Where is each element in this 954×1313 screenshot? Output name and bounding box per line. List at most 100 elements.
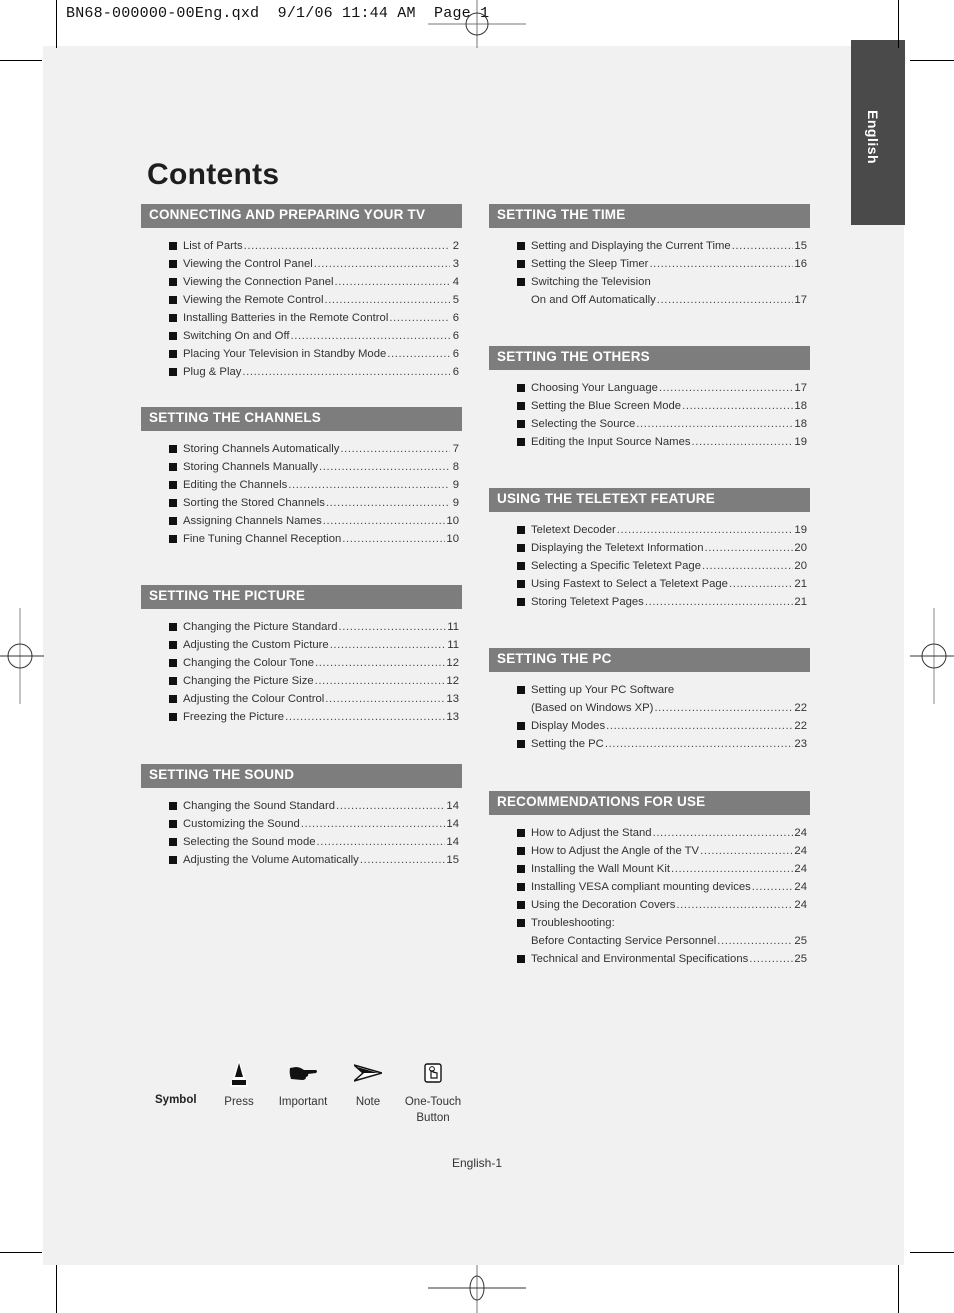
square-bullet-icon — [517, 420, 525, 428]
toc-entry[interactable]: Editing the Channels 9 — [141, 476, 462, 494]
toc-entry[interactable]: Adjusting the Custom Picture 11 — [141, 636, 462, 654]
toc-entry-page: 9 — [452, 497, 459, 509]
crop-mark — [910, 1252, 954, 1253]
toc-entry-page: 3 — [452, 258, 459, 270]
toc-entry[interactable]: Viewing the Remote Control 5 — [141, 291, 462, 309]
toc-entry-label: Before Contacting Service Personnel — [531, 935, 717, 947]
toc-list: Storing Channels Automatically7Storing C… — [141, 440, 462, 548]
toc-entry[interactable]: Sorting the Stored Channels 9 — [141, 494, 462, 512]
toc-section: SETTING THE TIME Setting and Displaying t… — [489, 204, 810, 309]
toc-entry[interactable]: Setting up Your PC Software (Based on Win… — [489, 681, 810, 717]
toc-entry[interactable]: Viewing the Control Panel 3 — [141, 255, 462, 273]
dot-leader — [242, 363, 450, 381]
symbols-heading: Symbol — [155, 1094, 197, 1106]
toc-entry[interactable]: Teletext Decoder 19 — [489, 521, 810, 539]
dot-leader — [387, 345, 450, 363]
dot-leader — [360, 851, 446, 869]
toc-entry[interactable]: Installing Batteries in the Remote Contr… — [141, 309, 462, 327]
toc-entry-page: 21 — [794, 596, 807, 608]
toc-entry[interactable]: Storing Channels Automatically 7 — [141, 440, 462, 458]
symbol-caption: One-Touch Button — [404, 1096, 462, 1124]
toc-entry[interactable]: Changing the Picture Size 12 — [141, 672, 462, 690]
toc-entry[interactable]: Fine Tuning Channel Reception 10 — [141, 530, 462, 548]
toc-entry[interactable]: Displaying the Teletext Information 20 — [489, 539, 810, 557]
section-heading: SETTING THE TIME — [489, 204, 810, 228]
toc-entry[interactable]: Customizing the Sound 14 — [141, 815, 462, 833]
toc-entry-label: Viewing the Remote Control — [183, 294, 324, 306]
toc-entry[interactable]: Using Fastext to Select a Teletext Page 2… — [489, 575, 810, 593]
toc-entry[interactable]: Selecting the Sound mode 14 — [141, 833, 462, 851]
toc-entry[interactable]: Setting the Blue Screen Mode 18 — [489, 397, 810, 415]
language-tab-label: English — [865, 110, 881, 165]
toc-entry-label: Changing the Colour Tone — [183, 657, 315, 669]
toc-entry[interactable]: Technical and Environmental Specificatio… — [489, 950, 810, 968]
symbol-caption: Note — [355, 1096, 381, 1108]
toc-entry[interactable]: Selecting a Specific Teletext Page 20 — [489, 557, 810, 575]
toc-entry-label: Selecting the Source — [531, 418, 636, 430]
page-title: Contents — [147, 158, 280, 191]
toc-entry[interactable]: Display Modes 22 — [489, 717, 810, 735]
toc-entry[interactable]: Adjusting the Colour Control 13 — [141, 690, 462, 708]
section-heading: USING THE TELETEXT FEATURE — [489, 488, 810, 512]
toc-entry-label: Setting the PC — [531, 738, 604, 750]
toc-entry-label: Editing the Channels — [183, 479, 288, 491]
section-heading: CONNECTING AND PREPARING YOUR TV — [141, 204, 462, 228]
toc-entry[interactable]: Switching On and Off 6 — [141, 327, 462, 345]
toc-entry[interactable]: List of Parts 2 — [141, 237, 462, 255]
dot-leader — [729, 575, 793, 593]
registration-mark-icon — [0, 608, 44, 704]
toc-entry-page: 14 — [446, 836, 459, 848]
toc-entry[interactable]: Setting the PC 23 — [489, 735, 810, 753]
square-bullet-icon — [169, 838, 177, 846]
toc-entry[interactable]: Setting the Sleep Timer 16 — [489, 255, 810, 273]
toc-entry[interactable]: Assigning Channels Names 10 — [141, 512, 462, 530]
toc-section: USING THE TELETEXT FEATURE Teletext Decod… — [489, 488, 810, 611]
toc-entry[interactable]: Storing Channels Manually 8 — [141, 458, 462, 476]
toc-entry[interactable]: Freezing the Picture 13 — [141, 708, 462, 726]
toc-entry[interactable]: Editing the Input Source Names 19 — [489, 433, 810, 451]
toc-entry-label: Freezing the Picture — [183, 711, 285, 723]
square-bullet-icon — [517, 402, 525, 410]
toc-entry[interactable]: Troubleshooting: Before Contacting Servic… — [489, 914, 810, 950]
toc-entry-label: Selecting the Sound mode — [183, 836, 316, 848]
registration-mark-icon — [428, 0, 526, 48]
dot-leader — [617, 521, 794, 539]
toc-entry-label: How to Adjust the Stand — [531, 827, 652, 839]
toc-entry[interactable]: Adjusting the Volume Automatically 15 — [141, 851, 462, 869]
toc-entry[interactable]: Switching the Television On and Off Autom… — [489, 273, 810, 309]
toc-entry[interactable]: Storing Teletext Pages 21 — [489, 593, 810, 611]
toc-entry-page: 15 — [794, 240, 807, 252]
toc-entry[interactable]: Changing the Picture Standard 11 — [141, 618, 462, 636]
toc-entry[interactable]: Changing the Colour Tone 12 — [141, 654, 462, 672]
toc-entry[interactable]: Plug & Play 6 — [141, 363, 462, 381]
toc-entry[interactable]: Installing the Wall Mount Kit 24 — [489, 860, 810, 878]
crop-mark — [56, 1265, 57, 1313]
toc-entry-page: 20 — [794, 542, 807, 554]
toc-entry-page: 6 — [452, 312, 459, 324]
registration-mark-icon — [428, 1265, 526, 1313]
square-bullet-icon — [517, 562, 525, 570]
toc-entry-page: 24 — [794, 845, 807, 857]
square-bullet-icon — [517, 847, 525, 855]
toc-entry-label: How to Adjust the Angle of the TV — [531, 845, 700, 857]
toc-entry[interactable]: Choosing Your Language 17 — [489, 379, 810, 397]
square-bullet-icon — [517, 740, 525, 748]
crop-mark — [898, 1265, 899, 1313]
toc-entry[interactable]: How to Adjust the Angle of the TV 24 — [489, 842, 810, 860]
toc-entry[interactable]: Installing VESA compliant mounting devic… — [489, 878, 810, 896]
toc-entry-page: 24 — [794, 881, 807, 893]
toc-entry[interactable]: Using the Decoration Covers 24 — [489, 896, 810, 914]
toc-entry[interactable]: Selecting the Source 18 — [489, 415, 810, 433]
toc-entry[interactable]: How to Adjust the Stand 24 — [489, 824, 810, 842]
toc-entry-label: Teletext Decoder — [531, 524, 616, 536]
dot-leader — [671, 860, 793, 878]
toc-entry[interactable]: Viewing the Connection Panel 4 — [141, 273, 462, 291]
toc-entry[interactable]: Setting and Displaying the Current Time 1… — [489, 237, 810, 255]
toc-section: RECOMMENDATIONS FOR USE How to Adjust the… — [489, 791, 810, 968]
toc-entry-first-line: Troubleshooting: — [531, 917, 615, 929]
toc-entry[interactable]: Changing the Sound Standard 14 — [141, 797, 462, 815]
toc-section: CONNECTING AND PREPARING YOUR TV List of … — [141, 204, 462, 381]
square-bullet-icon — [169, 623, 177, 631]
toc-entry-label: Selecting a Specific Teletext Page — [531, 560, 701, 572]
toc-entry[interactable]: Placing Your Television in Standby Mode 6 — [141, 345, 462, 363]
